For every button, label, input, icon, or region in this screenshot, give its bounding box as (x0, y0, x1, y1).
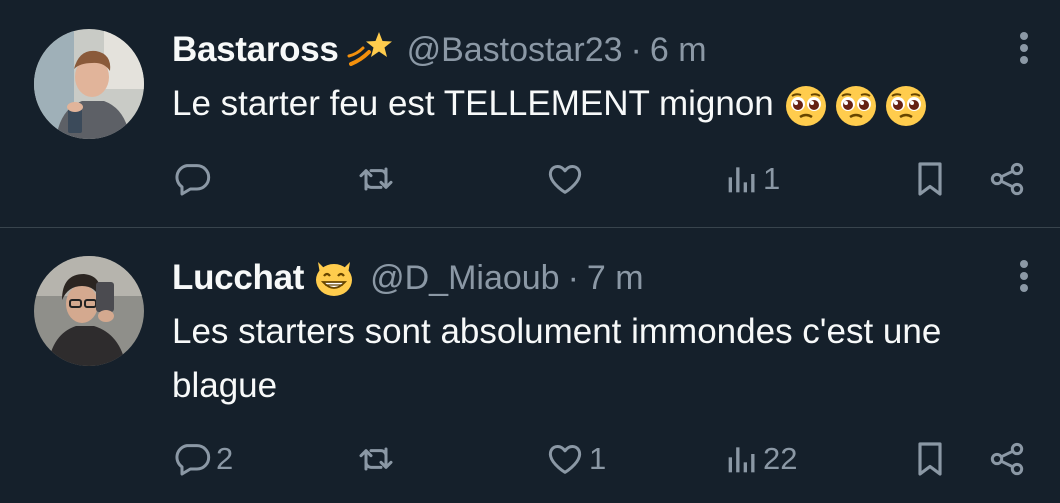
tweet-header: Bastaross @Bastostar23 · 6 m (172, 28, 707, 72)
reply-count: 2 (216, 441, 234, 476)
timestamp[interactable]: 7 m (587, 259, 644, 298)
reply-button[interactable] (172, 156, 216, 202)
user-handle[interactable]: @D_Miaoub (370, 259, 560, 298)
share-button[interactable] (987, 436, 1027, 482)
heart-icon (548, 165, 582, 194)
views-count: 22 (763, 441, 798, 476)
separator-dot: · (567, 258, 579, 297)
tweet-text: Le starter feu est TELLEMENT mignon (172, 77, 1032, 131)
tweet[interactable]: Lucchat @D_Miaoub · 7 m Les starters son… (0, 228, 1060, 503)
views-button[interactable]: 22 (725, 436, 797, 482)
retweet-icon (359, 167, 393, 191)
reply-icon (175, 444, 211, 476)
views-chart-icon (728, 167, 755, 193)
tweet[interactable]: Bastaross @Bastostar23 · 6 m Le starter … (0, 0, 1060, 227)
grinning-cat-emoji-icon (312, 258, 356, 298)
user-handle[interactable]: @Bastostar23 (407, 31, 623, 70)
bookmark-button[interactable] (912, 156, 948, 202)
more-options-icon[interactable] (1014, 32, 1034, 72)
retweet-icon (359, 447, 393, 471)
share-icon (990, 442, 1024, 476)
views-count: 1 (763, 161, 781, 196)
more-options-icon[interactable] (1014, 260, 1034, 300)
pleading-face-emoji-icon (835, 85, 876, 126)
retweet-button[interactable] (356, 156, 400, 202)
tweet-text-body: Le starter feu est TELLEMENT mignon (172, 84, 774, 123)
separator-dot: · (630, 30, 642, 69)
tweet-text: Les starters sont absolument immondes c'… (172, 305, 1032, 413)
timestamp[interactable]: 6 m (650, 31, 707, 70)
views-button[interactable]: 1 (725, 156, 780, 202)
avatar[interactable] (34, 256, 144, 366)
share-button[interactable] (987, 156, 1027, 202)
bookmark-button[interactable] (912, 436, 948, 482)
display-name[interactable]: Lucchat (172, 258, 304, 298)
tweet-header: Lucchat @D_Miaoub · 7 m (172, 256, 644, 300)
tweet-actions: 1 (172, 156, 1032, 202)
tweet-text-body: Les starters sont absolument immondes c'… (172, 312, 942, 405)
like-button[interactable] (545, 156, 589, 202)
share-icon (990, 162, 1024, 196)
avatar[interactable] (34, 29, 144, 139)
like-count: 1 (589, 441, 607, 476)
reply-button[interactable]: 2 (172, 436, 233, 482)
bookmark-icon (918, 162, 942, 196)
like-button[interactable]: 1 (545, 436, 606, 482)
reply-icon (175, 164, 211, 196)
display-name[interactable]: Bastaross (172, 30, 339, 70)
bookmark-icon (918, 442, 942, 476)
heart-icon (548, 445, 582, 474)
tweet-actions: 2 1 22 (172, 436, 1032, 482)
emoji-group (784, 84, 928, 128)
pleading-face-emoji-icon (885, 85, 926, 126)
dizzy-star-emoji-icon (347, 30, 393, 70)
retweet-button[interactable] (356, 436, 400, 482)
views-chart-icon (728, 447, 755, 473)
pleading-face-emoji-icon (785, 85, 826, 126)
